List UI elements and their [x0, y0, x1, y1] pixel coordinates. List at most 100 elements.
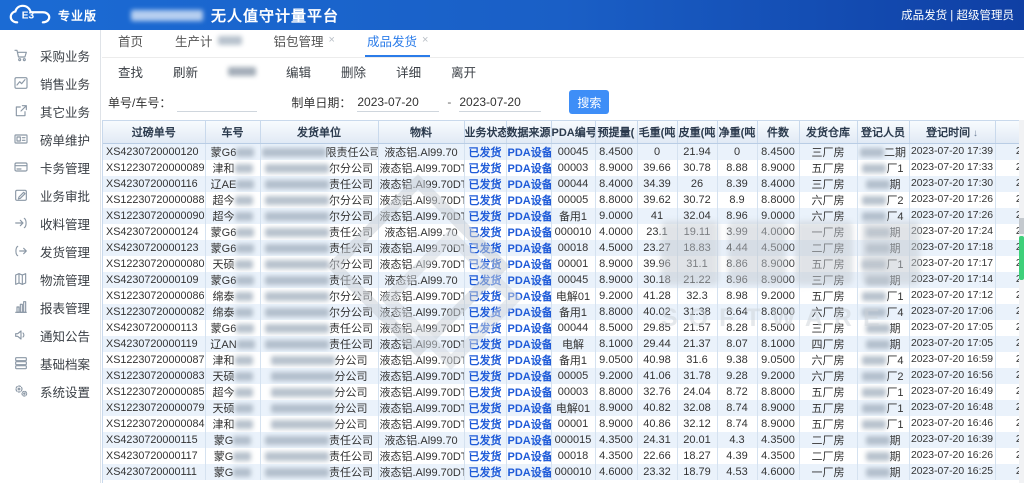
consignor-redacted	[265, 340, 329, 349]
tab-close-icon[interactable]: ×	[329, 35, 335, 46]
column-header-12[interactable]: 发货仓库	[799, 121, 857, 143]
table-row[interactable]: XS12230720000080天硕尔分公司液态铝.Al99.70DT已发货PD…	[103, 256, 1024, 272]
date-to-input[interactable]	[459, 92, 541, 112]
column-header-5[interactable]: 数据来源	[506, 121, 551, 143]
vertical-scrollbar[interactable]	[1019, 120, 1024, 483]
column-header-3[interactable]: 物料	[378, 121, 464, 143]
date-from-input[interactable]	[357, 92, 439, 112]
consignor-suffix: 分公司	[335, 403, 368, 415]
column-header-8[interactable]: 毛重(吨	[637, 121, 677, 143]
table-row[interactable]: XS4230720000119辽AN责任公司液态铝.Al99.70DT已发货PD…	[103, 336, 1024, 352]
cell-net: 8.98	[717, 288, 757, 304]
table-row[interactable]: XS4230720000117蒙G责任公司液态铝.Al99.70DT已发货PDA…	[103, 448, 1024, 464]
search-button[interactable]: 搜索	[569, 90, 609, 114]
column-header-2[interactable]: 发货单位	[260, 121, 378, 143]
table-row[interactable]: XS4230720000109蒙G6责任公司液态铝.Al99.70已发货PDA设…	[103, 272, 1024, 288]
consignor-redacted	[265, 260, 329, 269]
cell-material: 液态铝.Al99.70	[378, 143, 464, 160]
table-row[interactable]: XS12230720000079天硕分公司液态铝.Al99.70DT已发货PDA…	[103, 400, 1024, 416]
sidebar-item-notice[interactable]: 通知公告	[0, 321, 100, 349]
table-row[interactable]: XS4230720000124蒙G6责任公司液态铝.Al99.70已发货PDA设…	[103, 224, 1024, 240]
cell-consignor: 责任公司	[260, 240, 378, 256]
table-row[interactable]: XS12230720000085超今分公司液态铝.Al99.70DT已发货PDA…	[103, 384, 1024, 400]
ic-notice	[13, 327, 29, 343]
tab-首页[interactable]: 首页	[116, 26, 145, 57]
table-row[interactable]: XS12230720000087津和分公司液态铝.Al99.70DT已发货PDA…	[103, 352, 1024, 368]
cell-warehouse: 四厂房	[799, 336, 857, 352]
toolbar-button-编辑[interactable]: 编辑	[286, 62, 311, 81]
table-row[interactable]: XS12230720000088超今尔分公司液态铝.Al99.70DT已发货PD…	[103, 192, 1024, 208]
cell-net: 8.9	[717, 192, 757, 208]
cell-weigh-no: XS12230720000088	[103, 192, 205, 208]
column-header-14[interactable]: 登记时间 ↓	[909, 121, 995, 143]
scrollbar-thumb[interactable]	[1019, 236, 1024, 280]
sidebar-item-card[interactable]: 卡务管理	[0, 153, 100, 181]
cell-tare: 19.11	[677, 224, 717, 240]
registrar-redacted	[862, 164, 886, 173]
cell-gross: 41	[637, 208, 677, 224]
table-row[interactable]: XS12230720000090超今尔分公司液态铝.Al99.70DT已发货PD…	[103, 208, 1024, 224]
column-header-10[interactable]: 净重(吨	[717, 121, 757, 143]
table-row[interactable]: XS12230720000082绵泰尔分公司液态铝.Al99.70DT已发货PD…	[103, 304, 1024, 320]
cell-tare: 31.1	[677, 256, 717, 272]
column-header-11[interactable]: 件数	[757, 121, 799, 143]
cell-material: 液态铝.Al99.70DT	[378, 336, 464, 352]
consignor-suffix: 责任公司	[329, 323, 373, 335]
plate-redacted	[236, 228, 254, 237]
scrollbar-nub[interactable]	[1019, 218, 1024, 234]
sidebar-item-cart[interactable]: 采购业务	[0, 41, 100, 69]
table-row[interactable]: XS12230720000086绵泰尔分公司液态铝.Al99.70DT已发货PD…	[103, 288, 1024, 304]
table-row[interactable]: XS4230720000116辽AE责任公司液态铝.Al99.70DT已发货PD…	[103, 176, 1024, 192]
cell-weigh-no: XS4230720000113	[103, 320, 205, 336]
toolbar-button-删除[interactable]: 删除	[341, 62, 366, 81]
cell-pre-qty: 8.9000	[595, 400, 637, 416]
tab-label-redacted	[218, 36, 242, 45]
toolbar-button-离开[interactable]: 离开	[451, 62, 476, 81]
table-row[interactable]: XS12230720000089津和尔分公司液态铝.Al99.70DT已发货PD…	[103, 160, 1024, 176]
tab-close-icon[interactable]: ×	[422, 35, 428, 46]
cell-source: PDA设备	[506, 352, 551, 368]
sidebar-item-trend[interactable]: 销售业务	[0, 69, 100, 97]
cell-pieces: 4.5000	[757, 240, 799, 256]
column-header-0[interactable]: 过磅单号	[103, 121, 205, 143]
cell-material: 液态铝.Al99.70DT	[378, 176, 464, 192]
toolbar-button-刷新[interactable]: 刷新	[173, 62, 198, 81]
sidebar-item-archive[interactable]: 基础档案	[0, 349, 100, 377]
column-header-9[interactable]: 皮重(吨	[677, 121, 717, 143]
table-row[interactable]: XS4230720000115蒙G责任公司液态铝.Al99.70已发货PDA设备…	[103, 432, 1024, 448]
toolbar-button-详细[interactable]: 详细	[396, 62, 421, 81]
order-no-input[interactable]	[177, 92, 257, 112]
tab-成品发货[interactable]: 成品发货×	[365, 26, 430, 57]
tab-生产计[interactable]: 生产计	[173, 26, 244, 57]
column-header-13[interactable]: 登记人员	[857, 121, 909, 143]
toolbar-button-redacted[interactable]	[228, 64, 256, 78]
table-row[interactable]: XS4230720000123蒙G6责任公司液态铝.Al99.70DT已发货PD…	[103, 240, 1024, 256]
cell-consignor: 责任公司	[260, 464, 378, 480]
user-info[interactable]: 成品发货 | 超级管理员	[901, 7, 1024, 23]
sidebar-item-out[interactable]: 发货管理	[0, 237, 100, 265]
column-header-4[interactable]: 业务状态	[464, 121, 506, 143]
sidebar-item-gear[interactable]: 系统设置	[0, 377, 100, 405]
cell-material: 液态铝.Al99.70DT	[378, 352, 464, 368]
column-header-6[interactable]: PDA编号	[551, 121, 595, 143]
table-row[interactable]: XS4230720000111蒙G责任公司液态铝.Al99.70DT已发货PDA…	[103, 464, 1024, 480]
cell-tare: 18.83	[677, 240, 717, 256]
sidebar-item-share[interactable]: 其它业务	[0, 97, 100, 125]
column-header-7[interactable]: 预提量(	[595, 121, 637, 143]
sidebar-item-in[interactable]: 收料管理	[0, 209, 100, 237]
sidebar-item-report[interactable]: 报表管理	[0, 293, 100, 321]
tab-铝包管理[interactable]: 铝包管理×	[272, 26, 337, 57]
toolbar-button-查找[interactable]: 查找	[118, 62, 143, 81]
table-row[interactable]: XS4230720000113蒙G6责任公司液态铝.Al99.70DT已发货PD…	[103, 320, 1024, 336]
table-row[interactable]: XS12230720000084津和分公司液态铝.Al99.70DT已发货PDA…	[103, 416, 1024, 432]
registrar-suffix: 厂1	[886, 259, 903, 271]
edition-label: 专业版	[58, 7, 97, 24]
sidebar-item-map[interactable]: 物流管理	[0, 265, 100, 293]
table-row[interactable]: XS4230720000120蒙G6限责任公司液态铝.Al99.70已发货PDA…	[103, 143, 1024, 160]
table-row[interactable]: XS12230720000083天硕分公司液态铝.Al99.70DT已发货PDA…	[103, 368, 1024, 384]
sidebar-item-edit[interactable]: 业务审批	[0, 181, 100, 209]
cell-status: 已发货	[464, 400, 506, 416]
column-header-1[interactable]: 车号	[205, 121, 260, 143]
cell-reg-time: 2023-07-20 17:26	[909, 192, 995, 208]
sidebar-item-scale[interactable]: 磅单维护	[0, 125, 100, 153]
